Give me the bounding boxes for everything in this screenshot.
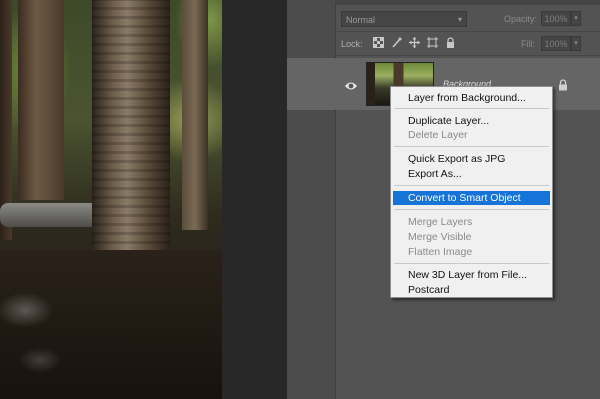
lock-transparent-pixels-icon[interactable]: [373, 37, 384, 48]
opacity-label: Opacity:: [504, 14, 538, 24]
lock-fill-row: Lock: Fill: 100% ▾: [335, 34, 600, 54]
panel-divider: [335, 31, 600, 32]
lock-position-icon[interactable]: [409, 37, 420, 48]
document-canvas[interactable]: [0, 0, 222, 399]
tree-trunk: [182, 0, 208, 230]
opacity-field[interactable]: 100%: [541, 11, 571, 26]
fill-field[interactable]: 100%: [541, 36, 571, 51]
fallen-log: [0, 203, 100, 227]
lock-all-icon[interactable]: [445, 37, 456, 48]
menu-item-postcard[interactable]: Postcard: [393, 283, 550, 297]
chevron-down-icon: ▾: [457, 15, 462, 24]
forest-floor: [0, 250, 222, 399]
menu-item-flatten-image: Flatten Image: [408, 246, 473, 258]
opacity-dropdown-icon[interactable]: ▾: [571, 11, 581, 26]
menu-item-convert-to-smart-object[interactable]: Convert to Smart Object: [393, 191, 550, 205]
panel-divider: [335, 55, 600, 56]
menu-item-layer-from-background[interactable]: Layer from Background...: [393, 91, 550, 105]
lock-label: Lock:: [341, 39, 363, 49]
menu-item-delete-layer: Delete Layer: [408, 129, 468, 141]
layer-context-menu: Layer from Background... Duplicate Layer…: [390, 86, 553, 298]
menu-separator: [394, 263, 549, 264]
menu-item-quick-export-jpg[interactable]: Quick Export as JPG: [393, 152, 550, 166]
menu-separator: [394, 185, 549, 186]
eye-icon[interactable]: [344, 78, 358, 90]
tree-trunk-main: [92, 0, 170, 280]
menu-separator: [394, 108, 549, 109]
fill-label: Fill:: [521, 39, 535, 49]
menu-item-new-3d-layer-from-file[interactable]: New 3D Layer from File...: [393, 268, 550, 282]
menu-item-duplicate-layer[interactable]: Duplicate Layer...: [393, 114, 550, 128]
menu-item-merge-visible: Merge Visible: [408, 231, 472, 243]
menu-separator: [394, 146, 549, 147]
menu-item-export-as[interactable]: Export As...: [393, 167, 550, 181]
lock-image-pixels-icon[interactable]: [391, 37, 402, 48]
blend-mode-value: Normal: [346, 15, 376, 25]
lock-icon: [558, 78, 568, 91]
menu-item-merge-layers: Merge Layers: [408, 216, 473, 228]
blend-mode-select[interactable]: Normal ▾: [341, 11, 467, 27]
panel-tab-bar: [335, 0, 600, 5]
menu-separator: [394, 209, 549, 210]
blend-opacity-row: Normal ▾ Opacity: 100% ▾: [335, 8, 600, 30]
canvas-pasteboard: [222, 0, 287, 399]
tree-trunk: [18, 0, 64, 200]
lock-artboard-icon[interactable]: [427, 37, 438, 48]
fill-dropdown-icon[interactable]: ▾: [571, 36, 581, 51]
